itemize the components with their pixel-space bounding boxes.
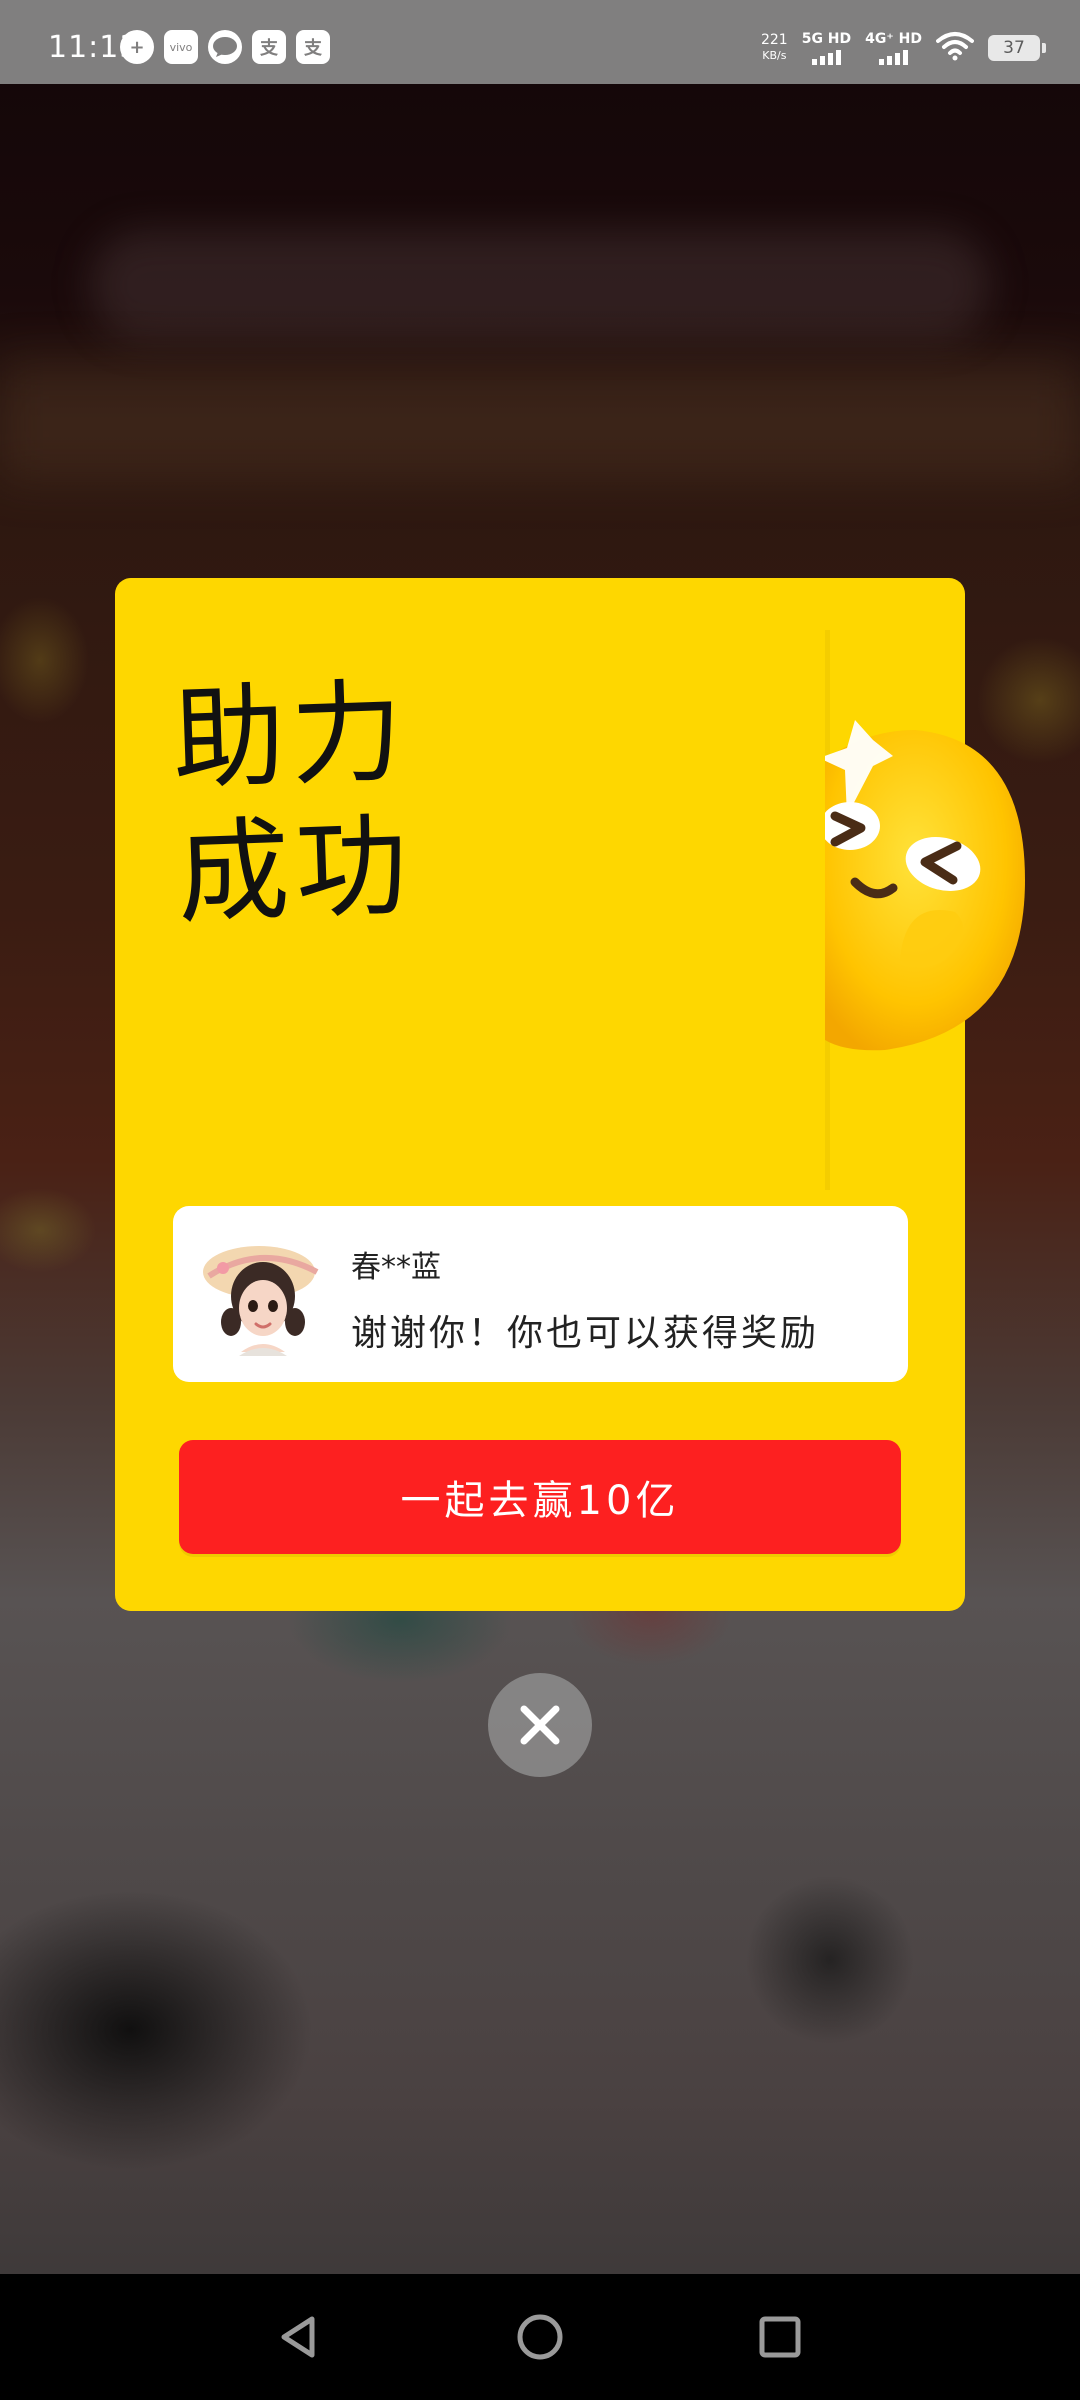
triangle-back-icon [281, 2316, 315, 2358]
signal-4g-label: 4G⁺ HD [865, 31, 922, 47]
network-speed-value: 221 [760, 32, 788, 48]
navigation-bar [0, 2274, 1080, 2400]
blurred-background-row [0, 360, 1080, 480]
recents-button[interactable] [750, 2307, 810, 2367]
plus-circle-icon: + [120, 30, 154, 64]
close-icon [520, 1705, 560, 1745]
screen: 11:13 + vivo 支 支 221 KB/s 5G HD 4G⁺ HD 3… [0, 0, 1080, 2400]
signal-5g-label: 5G HD [801, 31, 852, 47]
signal-4g: 4G⁺ HD [865, 31, 922, 65]
network-speed: 221 KB/s [761, 32, 788, 64]
network-speed-unit: KB/s [762, 49, 787, 62]
dialog-title: 助力 成功 [170, 662, 499, 941]
square-recents-icon [759, 2316, 801, 2358]
alipay-icon: 支 [252, 30, 286, 64]
circle-home-icon [517, 2314, 563, 2360]
home-button[interactable] [510, 2307, 570, 2367]
notification-icons: + vivo 支 支 [120, 30, 330, 70]
vivo-icon: vivo [164, 30, 198, 64]
close-button[interactable] [488, 1673, 592, 1777]
status-indicators: 221 KB/s 5G HD 4G⁺ HD 37 [761, 28, 1046, 68]
mascot-emoji-icon [819, 630, 1065, 1190]
signal-bars-icon [811, 49, 841, 65]
blurred-background-header [90, 230, 990, 340]
back-button[interactable] [270, 2307, 330, 2367]
friend-message-card: 春**蓝 谢谢你！你也可以获得奖励 [173, 1206, 908, 1382]
join-win-button[interactable]: 一起去赢10亿 [179, 1440, 901, 1554]
alipay-icon: 支 [296, 30, 330, 64]
assist-success-dialog: 助力 成功 春**蓝 谢谢你！你也可以获得奖励 一起去赢10亿 [115, 578, 1025, 1611]
dialog-title-line2: 成功 [175, 801, 416, 940]
message-bubble-icon [208, 30, 242, 64]
friend-message: 谢谢你！你也可以获得奖励 [351, 1313, 820, 1354]
dialog-title-line1: 助力 [170, 667, 411, 806]
signal-bars-icon [879, 49, 909, 65]
status-bar: 11:13 + vivo 支 支 221 KB/s 5G HD 4G⁺ HD 3… [0, 0, 1080, 84]
battery-icon: 37 [988, 35, 1046, 61]
friend-name: 春**蓝 [351, 1250, 441, 1285]
wifi-icon [936, 31, 974, 65]
signal-5g: 5G HD [802, 31, 851, 65]
avatar [201, 1232, 325, 1356]
